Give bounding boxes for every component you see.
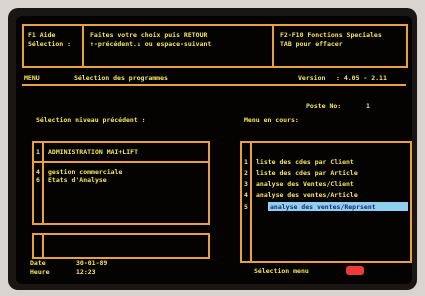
number-column-divider [250,143,252,261]
item-number: 6 [36,176,40,184]
date-label: Date [30,259,46,267]
current-menu-panel: 1 liste des cdes par Client 2 liste des … [240,141,412,263]
header-divider [272,26,274,66]
previous-level-panel: 1 ADMINISTRATION MAI+LIFT 4 gestion comm… [32,141,210,225]
function-keys-line-1: F2-F10 Fonctions Speciales [280,31,382,39]
instruction-line-2: ↑-précédent.↓ ou espace-suivant [90,40,212,48]
item-label: ADMINISTRATION MAI+LIFT [48,148,139,156]
item-label: liste des cdes par Client [256,158,354,166]
header-divider [82,26,84,66]
time-value: 12:23 [76,268,96,276]
title-underline [22,84,406,86]
panel-divider [34,161,208,163]
item-number: 4 [244,191,248,199]
poste-label: Poste No: [306,102,342,110]
version-value: : 4.05 - 2.11 [336,74,387,82]
selection-label: Sélection : [28,40,72,48]
number-column-divider [42,235,44,257]
version-label: Version [298,74,326,82]
help-label: F1 Aide [28,31,56,39]
instruction-line-1: Faites votre choix puis RETOUR [90,31,208,39]
menu-label: MENU [24,74,40,82]
item-number: 1 [244,158,248,166]
menu-selection-prompt: Sélection menu [254,267,309,275]
page-title: Sélection des programmes [74,74,168,82]
item-label: liste des cdes par Article [256,169,358,177]
item-number: 4 [36,168,40,176]
right-panel-heading: Menu en cours: [244,116,299,124]
item-number: 3 [244,180,248,188]
item-label: gestion commerciale [48,168,123,176]
item-number: 2 [244,169,248,177]
item-label: analyse des ventes/Reprsent [270,203,376,211]
message-box [32,233,210,259]
item-label: analyse des Ventes/Client [256,180,354,188]
date-value: 30-01-89 [76,259,108,267]
time-label: Heure [30,268,50,276]
header-box: F1 Aide Sélection : Faites votre choix p… [22,24,408,68]
item-label: analyse des ventes/Article [256,191,358,199]
function-keys-line-2: TAB pour effacer [280,40,343,48]
enter-key-icon[interactable] [346,266,364,275]
number-column-divider [42,143,44,223]
item-label: Etats d'Analyse [48,176,107,184]
terminal-screen: F1 Aide Sélection : Faites votre choix p… [16,16,412,284]
item-number: 5 [244,203,248,211]
left-panel-heading: Sélection niveau précédent : [36,116,146,124]
poste-value: 1 [366,102,370,110]
item-number: 1 [36,148,40,156]
